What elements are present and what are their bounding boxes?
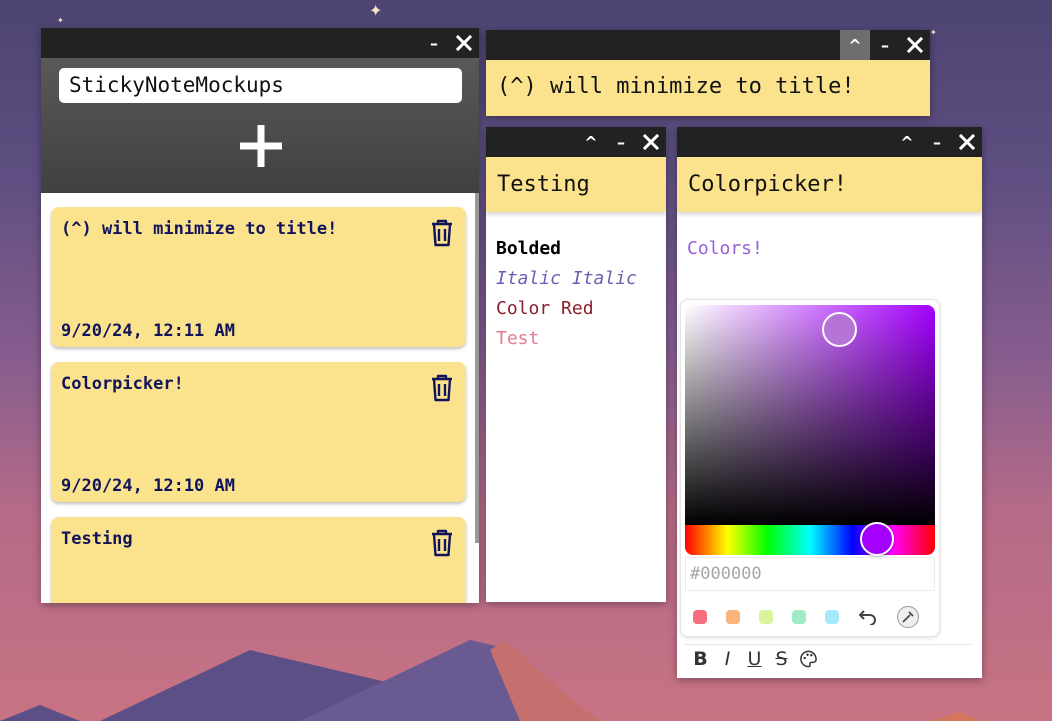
note-title[interactable]: Colorpicker! <box>677 157 982 212</box>
note-card-date: 9/20/24, 12:11 AM <box>61 321 235 341</box>
notes-list: (^) will minimize to title! 9/20/24, 12:… <box>41 193 479 603</box>
notes-header: StickyNoteMockups <box>41 58 479 193</box>
notes-list-window: – StickyNoteMockups (^) will minimize to… <box>41 28 479 603</box>
close-button[interactable] <box>952 127 982 157</box>
note-card-title: Colorpicker! <box>61 374 184 394</box>
note-card[interactable]: Colorpicker! 9/20/24, 12:10 AM <box>51 362 466 502</box>
note-body[interactable]: Bolded Italic Italic Color Red Test <box>486 212 666 376</box>
titlebar: ^ – <box>486 127 666 157</box>
minimize-button[interactable]: – <box>606 127 636 157</box>
add-note-button[interactable] <box>59 123 462 171</box>
swatch-orange[interactable] <box>726 610 740 624</box>
italic-text-line: Italic Italic <box>496 268 637 289</box>
note-card-title: Testing <box>61 529 133 549</box>
undo-icon <box>859 610 876 625</box>
swatch-red[interactable] <box>693 610 707 624</box>
undo-button[interactable] <box>858 607 878 627</box>
eyedropper-icon <box>902 611 914 623</box>
trash-icon[interactable] <box>430 219 454 247</box>
note-window-colorpicker: ^ – Colorpicker! Colors! #000000 B I U S <box>677 127 982 678</box>
hue-slider[interactable] <box>685 525 935 555</box>
strikethrough-button[interactable]: S <box>772 648 791 670</box>
collapse-button[interactable]: ^ <box>840 30 870 60</box>
color-swatches <box>693 606 919 628</box>
note-title[interactable]: Testing <box>486 157 666 212</box>
close-button[interactable] <box>636 127 666 157</box>
collapse-button[interactable]: ^ <box>576 127 606 157</box>
note-card-date: 9/20/24, 12:10 AM <box>61 476 235 496</box>
plus-icon <box>239 125 282 167</box>
titlebar: ^ – <box>677 127 982 157</box>
titlebar: – <box>41 28 479 58</box>
minimize-button[interactable]: – <box>419 28 449 58</box>
purple-text-line: Colors! <box>687 238 763 259</box>
italic-button[interactable]: I <box>718 648 737 670</box>
saturation-value-area[interactable] <box>685 305 935 525</box>
palette-icon <box>800 650 817 668</box>
note-window-minimized: ^ – (^) will minimize to title! <box>486 30 930 116</box>
collapse-button[interactable]: ^ <box>892 127 922 157</box>
eyedropper-button[interactable] <box>897 606 919 628</box>
titlebar: ^ – <box>486 30 930 60</box>
swatch-cyan[interactable] <box>825 610 839 624</box>
swatch-mint[interactable] <box>792 610 806 624</box>
color-palette-button[interactable] <box>799 648 818 670</box>
note-card[interactable]: (^) will minimize to title! 9/20/24, 12:… <box>51 207 466 347</box>
note-card-title: (^) will minimize to title! <box>61 219 338 239</box>
trash-icon[interactable] <box>430 529 454 557</box>
hue-handle[interactable] <box>860 522 894 556</box>
note-window-testing: ^ – Testing Bolded Italic Italic Color R… <box>486 127 666 602</box>
close-icon <box>907 37 923 53</box>
note-card[interactable]: Testing <box>51 517 466 603</box>
close-icon <box>643 134 659 150</box>
hex-input[interactable]: #000000 <box>685 557 935 591</box>
minimize-button[interactable]: – <box>870 30 900 60</box>
trash-icon[interactable] <box>430 374 454 402</box>
bold-text-line: Bolded <box>496 238 562 259</box>
close-icon <box>959 134 975 150</box>
note-title[interactable]: (^) will minimize to title! <box>486 60 930 116</box>
format-toolbar: B I U S <box>691 647 818 671</box>
pink-text-line: Test <box>496 328 540 349</box>
note-body[interactable]: Colors! <box>677 212 982 286</box>
close-button[interactable] <box>900 30 930 60</box>
saturation-handle[interactable] <box>822 312 857 347</box>
close-icon <box>456 35 472 51</box>
search-input[interactable]: StickyNoteMockups <box>59 68 462 103</box>
minimize-button[interactable]: – <box>922 127 952 157</box>
close-button[interactable] <box>449 28 479 58</box>
scrollbar[interactable] <box>475 193 479 543</box>
underline-button[interactable]: U <box>745 648 764 670</box>
red-text-line: Color Red <box>496 298 594 319</box>
bold-button[interactable]: B <box>691 648 710 670</box>
toolbar-divider <box>685 644 971 645</box>
color-picker: #000000 <box>680 299 940 637</box>
swatch-lime[interactable] <box>759 610 773 624</box>
